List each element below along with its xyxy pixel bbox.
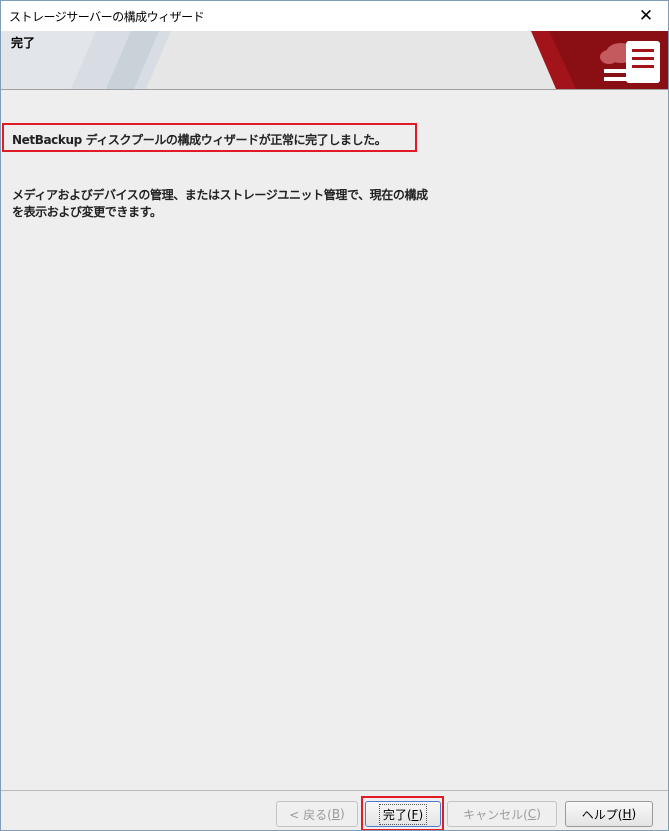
finish-button-label: 完了( (382, 807, 412, 822)
wizard-banner: 完了 (1, 31, 668, 89)
description-line: を表示および変更できます。 (12, 205, 162, 219)
wizard-window: ストレージサーバーの構成ウィザード ✕ 完了 NetBackup ディスクプール… (0, 0, 669, 831)
finish-button-focus: 完了(F) (378, 803, 428, 825)
help-button-suffix: ) (631, 807, 637, 821)
back-button-suffix: ) (340, 807, 345, 821)
back-button-mnemonic: B (331, 807, 341, 821)
banner-graphic (1, 31, 668, 89)
finish-button-suffix: ) (418, 807, 424, 822)
help-button-label: ヘルプ( (581, 807, 623, 822)
description-line: メディアおよびデバイスの管理、またはストレージユニット管理で、現在の構成 (12, 188, 428, 202)
banner-title: 完了 (11, 36, 36, 50)
window-title: ストレージサーバーの構成ウィザード (9, 10, 205, 24)
finish-button[interactable]: 完了(F) (365, 801, 441, 827)
description-text: メディアおよびデバイスの管理、またはストレージユニット管理で、現在の構成 を表示… (12, 187, 428, 221)
title-bar[interactable]: ストレージサーバーの構成ウィザード ✕ (1, 1, 668, 31)
cancel-button-suffix: ) (536, 807, 541, 821)
completion-message: NetBackup ディスクプールの構成ウィザードが正常に完了しました。 (12, 133, 387, 147)
back-button-label: < 戻る( (289, 807, 332, 822)
cancel-button[interactable]: キャンセル(C) (447, 801, 557, 827)
header-divider (1, 89, 668, 90)
cancel-button-mnemonic: C (527, 807, 537, 821)
help-button-mnemonic: H (622, 807, 632, 821)
cancel-button-label: キャンセル( (463, 807, 528, 822)
help-button[interactable]: ヘルプ(H) (565, 801, 653, 827)
footer-divider (1, 790, 668, 791)
back-button[interactable]: < 戻る(B) (276, 801, 358, 827)
close-icon[interactable]: ✕ (624, 1, 668, 31)
